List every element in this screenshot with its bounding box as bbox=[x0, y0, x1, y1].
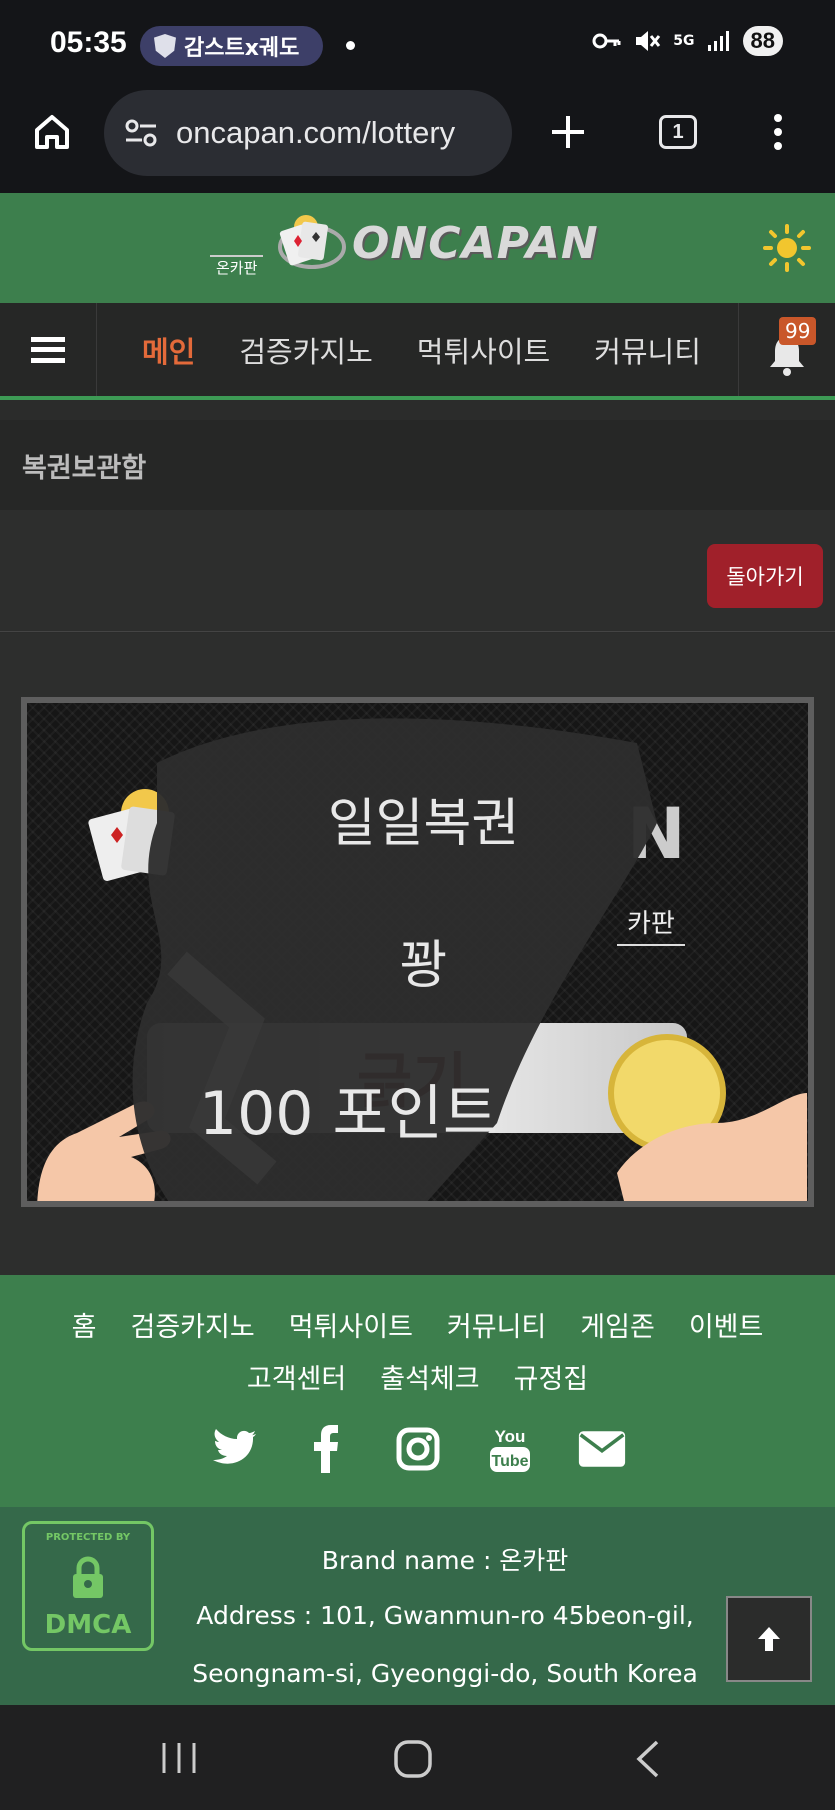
dmca-label: DMCA bbox=[44, 1610, 132, 1640]
dmca-protected-label: PROTECTED BY bbox=[45, 1532, 131, 1543]
footer-link-customer-center[interactable]: 고객센터 bbox=[247, 1357, 346, 1396]
address-line-2: Seongnam-si, Gyeonggi-do, South Korea bbox=[192, 1659, 698, 1688]
status-bar: 05:35 감스트x궤도 5G 88 bbox=[0, 0, 835, 88]
recents-icon[interactable] bbox=[160, 1741, 198, 1775]
mute-icon bbox=[636, 31, 661, 51]
logo-wordmark: ONCAPAN bbox=[352, 217, 599, 269]
svg-text:Tube: Tube bbox=[491, 1453, 528, 1470]
signal-icon bbox=[707, 31, 729, 51]
notification-button[interactable]: 99 bbox=[738, 303, 835, 396]
brand-name: Brand name : 온카판 bbox=[321, 1546, 569, 1575]
footer-links-row-1: 홈 검증카지노 먹튀사이트 커뮤니티 게임존 이벤트 bbox=[0, 1305, 835, 1344]
sun-theme-toggle-icon[interactable] bbox=[762, 223, 812, 273]
site-settings-icon[interactable] bbox=[124, 118, 158, 148]
footer-link-home[interactable]: 홈 bbox=[72, 1305, 97, 1344]
hamburger-icon bbox=[31, 336, 65, 363]
lottery-result: 꽝 bbox=[399, 936, 448, 996]
footer-link-events[interactable]: 이벤트 bbox=[689, 1305, 764, 1344]
svg-text:You: You bbox=[494, 1427, 525, 1446]
lottery-ticket[interactable]: N 카판 긁기 일일복권 꽝 100 포인트 bbox=[21, 697, 814, 1207]
content-toolbar: 돌아가기 bbox=[0, 510, 835, 632]
address-line-1: Address : 101, Gwanmun-ro 45beon-gil, bbox=[196, 1601, 694, 1630]
back-nav-icon[interactable] bbox=[633, 1739, 663, 1779]
url-text: oncapan.com/lottery bbox=[176, 115, 456, 150]
facebook-icon[interactable] bbox=[302, 1425, 350, 1473]
site-logo[interactable]: ONCAPAN bbox=[274, 211, 599, 275]
section-header: 복권보관함 bbox=[0, 420, 835, 510]
site-header: ONCAPAN 온카판 bbox=[0, 193, 835, 303]
lottery-title: 일일복권 bbox=[327, 794, 520, 854]
footer-link-attendance[interactable]: 출석체크 bbox=[380, 1357, 479, 1396]
home-icon[interactable] bbox=[32, 112, 72, 152]
battery-level: 88 bbox=[742, 26, 783, 56]
email-icon[interactable] bbox=[578, 1425, 626, 1473]
nav-item-main[interactable]: 메인 bbox=[120, 329, 217, 371]
tab-switcher-button[interactable]: 1 bbox=[659, 115, 697, 149]
arrow-up-icon bbox=[758, 1627, 780, 1651]
dmca-badge[interactable]: PROTECTED BY DMCA bbox=[22, 1521, 154, 1651]
hamburger-menu-button[interactable] bbox=[0, 303, 97, 396]
key-icon bbox=[592, 33, 621, 49]
footer-link-rules[interactable]: 규정집 bbox=[514, 1357, 589, 1396]
nav-items: 메인 검증카지노 먹튀사이트 커뮤니티 bbox=[120, 303, 735, 396]
browser-toolbar: oncapan.com/lottery 1 bbox=[0, 88, 835, 193]
footer-link-scam-sites[interactable]: 먹튀사이트 bbox=[289, 1305, 413, 1344]
address-bar[interactable]: oncapan.com/lottery bbox=[104, 90, 512, 176]
twitter-icon[interactable] bbox=[210, 1425, 258, 1473]
lottery-amount-wrap: 100 포인트 bbox=[27, 1065, 808, 1152]
notification-count-badge: 99 bbox=[779, 317, 817, 345]
nav-item-community[interactable]: 커뮤니티 bbox=[572, 329, 723, 371]
new-tab-icon[interactable] bbox=[548, 112, 588, 152]
home-nav-icon[interactable] bbox=[393, 1739, 433, 1779]
social-links: You Tube bbox=[0, 1425, 835, 1473]
system-icons: 5G 88 bbox=[591, 26, 783, 56]
instagram-icon[interactable] bbox=[394, 1425, 442, 1473]
lottery-amount: 100 포인트 bbox=[198, 1079, 499, 1149]
network-type: 5G bbox=[673, 33, 695, 49]
footer-info: PROTECTED BY DMCA Brand name : 온카판 Addre… bbox=[0, 1507, 835, 1705]
playing-cards-icon bbox=[278, 215, 346, 269]
nav-item-verified-casino[interactable]: 검증카지노 bbox=[217, 329, 394, 371]
footer-links-row-2: 고객센터 출석체크 규정집 bbox=[0, 1357, 835, 1396]
notification-pill-label: 감스트x궤도 bbox=[184, 36, 300, 61]
footer-link-game-zone[interactable]: 게임존 bbox=[580, 1305, 655, 1344]
page-title: 복권보관함 bbox=[22, 453, 147, 484]
footer-links: 홈 검증카지노 먹튀사이트 커뮤니티 게임존 이벤트 고객센터 출석체크 규정집… bbox=[0, 1275, 835, 1507]
logo-subtext: 온카판 bbox=[210, 255, 264, 278]
back-button[interactable]: 돌아가기 bbox=[707, 544, 823, 608]
notification-pill[interactable]: 감스트x궤도 bbox=[140, 26, 323, 66]
lottery-area: N 카판 긁기 일일복권 꽝 100 포인트 bbox=[0, 633, 835, 1275]
more-menu-icon[interactable] bbox=[768, 112, 788, 152]
brave-shield-icon bbox=[154, 34, 176, 58]
footer-link-community[interactable]: 커뮤니티 bbox=[447, 1305, 546, 1344]
footer-link-verified-casino[interactable]: 검증카지노 bbox=[131, 1305, 255, 1344]
clock: 05:35 bbox=[50, 26, 127, 59]
nav-item-scam-sites[interactable]: 먹튀사이트 bbox=[395, 329, 572, 371]
android-navigation-bar bbox=[0, 1705, 835, 1810]
main-nav: 메인 검증카지노 먹튀사이트 커뮤니티 99 bbox=[0, 303, 835, 400]
youtube-icon[interactable]: You Tube bbox=[486, 1425, 534, 1473]
scroll-to-top-button[interactable] bbox=[726, 1596, 812, 1682]
notification-dot bbox=[346, 41, 355, 50]
lock-icon bbox=[73, 1556, 103, 1598]
